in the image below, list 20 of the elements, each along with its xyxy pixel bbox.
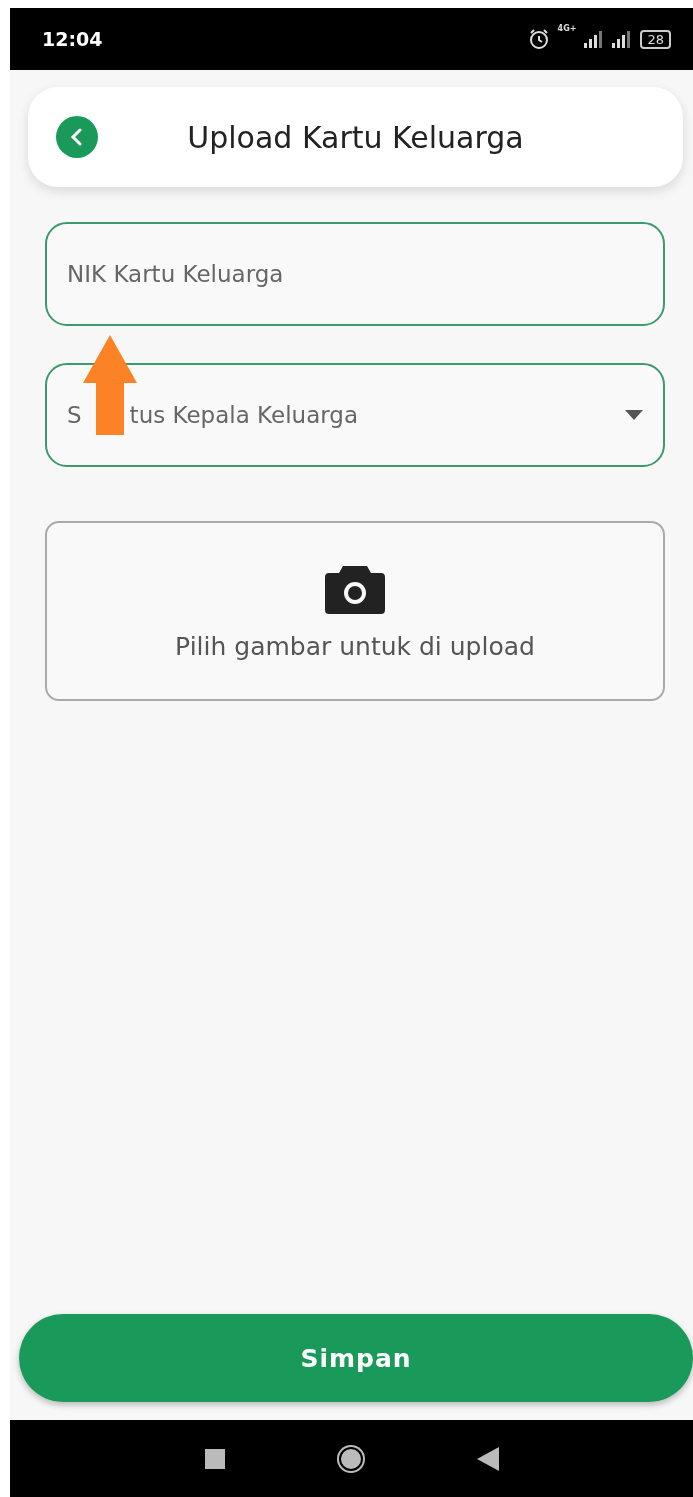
recents-button[interactable] <box>204 1448 225 1469</box>
status-time: 12:04 <box>42 28 103 50</box>
page-title: Upload Kartu Keluarga <box>186 119 525 155</box>
dropdown-placeholder: tus Kepala Keluarga <box>129 402 358 428</box>
network-type: 4G+ <box>557 24 577 33</box>
home-button[interactable] <box>334 1442 367 1475</box>
signal-icon <box>584 30 605 48</box>
signal-icon <box>612 30 633 48</box>
dropdown-caret-icon <box>625 410 643 420</box>
dropdown-placeholder: S <box>67 402 82 428</box>
chevron-left-icon <box>70 128 84 146</box>
image-upload-area[interactable]: Pilih gambar untuk di upload <box>45 521 665 701</box>
nik-field[interactable]: NIK Kartu Keluarga <box>45 222 665 326</box>
alarm-icon <box>527 28 550 50</box>
back-nav-button[interactable] <box>476 1446 499 1471</box>
save-button[interactable]: Simpan <box>19 1314 693 1402</box>
back-button[interactable] <box>56 116 98 158</box>
status-dropdown[interactable]: S tus Kepala Keluarga <box>45 363 665 467</box>
upload-label: Pilih gambar untuk di upload <box>175 631 535 661</box>
battery-level: 28 <box>640 29 671 49</box>
